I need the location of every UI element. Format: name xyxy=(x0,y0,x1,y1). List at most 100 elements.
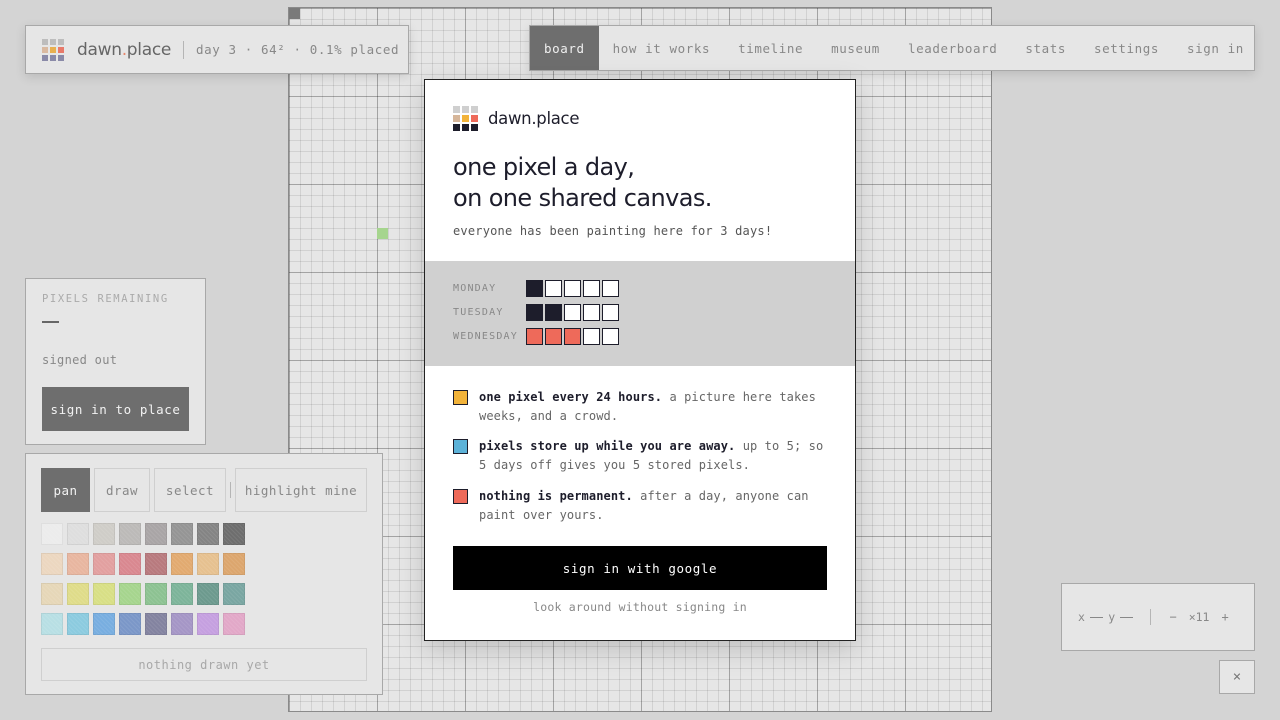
color-swatch[interactable] xyxy=(145,523,167,545)
top-navigation: board how it works timeline museum leaderboa… xyxy=(529,25,1255,71)
day-label: TUESDAY xyxy=(453,307,504,318)
color-swatch[interactable] xyxy=(171,523,193,545)
pixels-remaining-value xyxy=(42,321,59,323)
tool-draw-button[interactable]: draw xyxy=(94,468,150,512)
rule-item: one pixel every 24 hours. a picture here… xyxy=(453,388,829,426)
color-swatch[interactable] xyxy=(119,523,141,545)
color-swatch[interactable] xyxy=(93,613,115,635)
y-coordinate-label: y xyxy=(1108,610,1116,624)
day-pixel xyxy=(564,304,581,321)
logo-cell xyxy=(462,106,469,113)
logo-cell xyxy=(42,38,48,45)
day-row: WEDNESDAY xyxy=(453,328,621,345)
logo-cell xyxy=(58,46,64,53)
color-swatch[interactable] xyxy=(145,553,167,575)
tools-panel: pan draw select highlight mine nothing d… xyxy=(25,453,383,695)
tool-select-button[interactable]: select xyxy=(154,468,226,512)
day-row: TUESDAY xyxy=(453,304,621,321)
color-swatch[interactable] xyxy=(119,613,141,635)
nav-board[interactable]: board xyxy=(530,26,599,70)
rule-title: pixels store up while you are away. xyxy=(479,439,736,453)
logo-cell xyxy=(50,38,56,45)
day-cells xyxy=(526,304,621,321)
day-label: MONDAY xyxy=(453,283,497,294)
color-swatch[interactable] xyxy=(67,523,89,545)
zoom-level: ×11 xyxy=(1188,610,1210,624)
auth-status: signed out xyxy=(42,353,118,367)
color-swatch[interactable] xyxy=(171,553,193,575)
rule-color-icon xyxy=(453,489,468,504)
nav-how-it-works[interactable]: how it works xyxy=(599,26,725,70)
highlight-mine-button[interactable]: highlight mine xyxy=(235,468,367,512)
logo-icon xyxy=(453,106,478,131)
color-swatch[interactable] xyxy=(41,523,63,545)
day-pixel xyxy=(583,280,600,297)
color-swatch[interactable] xyxy=(41,553,63,575)
x-coordinate-value xyxy=(1090,616,1104,618)
rule-item: nothing is permanent. after a day, anyon… xyxy=(453,487,829,525)
day-pixel xyxy=(602,304,619,321)
logo-cell xyxy=(453,115,460,122)
look-around-link[interactable]: look around without signing in xyxy=(425,600,855,614)
nav-timeline[interactable]: timeline xyxy=(724,26,817,70)
x-coordinate-label: x xyxy=(1078,610,1086,624)
color-swatch[interactable] xyxy=(223,583,245,605)
color-swatch[interactable] xyxy=(145,613,167,635)
nav-leaderboard[interactable]: leaderboard xyxy=(894,26,1011,70)
logo-icon[interactable] xyxy=(42,38,64,61)
color-swatch[interactable] xyxy=(197,613,219,635)
color-swatch[interactable] xyxy=(171,613,193,635)
color-swatch[interactable] xyxy=(197,523,219,545)
color-swatch[interactable] xyxy=(41,583,63,605)
day-pixel xyxy=(583,304,600,321)
day-pixel xyxy=(602,328,619,345)
logo-cell xyxy=(462,115,469,122)
rule-color-icon xyxy=(453,439,468,454)
logo-cell xyxy=(471,106,478,113)
close-icon[interactable]: × xyxy=(1219,660,1255,694)
color-swatch[interactable] xyxy=(145,583,167,605)
zoom-in-button[interactable]: + xyxy=(1215,610,1234,624)
logo-cell xyxy=(58,38,64,45)
day-label: WEDNESDAY xyxy=(453,331,518,342)
zoom-out-button[interactable]: − xyxy=(1163,610,1182,624)
nav-stats[interactable]: stats xyxy=(1011,26,1080,70)
rule-item: pixels store up while you are away. up t… xyxy=(453,437,829,475)
tool-pan-button[interactable]: pan xyxy=(41,468,90,512)
color-swatch[interactable] xyxy=(223,553,245,575)
brand-name[interactable]: dawn.place xyxy=(77,40,171,60)
day-pixel xyxy=(583,328,600,345)
color-swatch[interactable] xyxy=(119,553,141,575)
color-swatch[interactable] xyxy=(67,553,89,575)
nav-settings[interactable]: settings xyxy=(1080,26,1173,70)
logo-cell xyxy=(42,46,48,53)
day-cells xyxy=(526,328,621,345)
color-swatch[interactable] xyxy=(119,583,141,605)
logo-cell xyxy=(42,54,48,61)
rule-text: nothing is permanent. after a day, anyon… xyxy=(479,487,829,525)
color-swatch[interactable] xyxy=(197,553,219,575)
color-swatch[interactable] xyxy=(171,583,193,605)
color-swatch[interactable] xyxy=(93,583,115,605)
rule-title: nothing is permanent. xyxy=(479,489,633,503)
color-swatch[interactable] xyxy=(197,583,219,605)
nav-museum[interactable]: museum xyxy=(817,26,894,70)
color-swatch[interactable] xyxy=(223,613,245,635)
sign-in-with-google-button[interactable]: sign in with google xyxy=(453,546,827,590)
logo-cell xyxy=(50,46,56,53)
day-pixel xyxy=(545,328,562,345)
color-swatch[interactable] xyxy=(41,613,63,635)
days-illustration: MONDAY TUESDAY WEDNESDAY xyxy=(425,261,855,366)
color-swatch[interactable] xyxy=(93,553,115,575)
day-pixel xyxy=(602,280,619,297)
sign-in-to-place-button[interactable]: sign in to place xyxy=(42,387,189,431)
brand-name-tld: place xyxy=(126,39,172,60)
color-swatch[interactable] xyxy=(67,583,89,605)
modal-brand-name: dawn.place xyxy=(488,109,580,128)
nav-sign-in[interactable]: sign in xyxy=(1173,26,1258,70)
day-pixel xyxy=(526,280,543,297)
color-swatch[interactable] xyxy=(67,613,89,635)
color-swatch[interactable] xyxy=(93,523,115,545)
color-swatch[interactable] xyxy=(223,523,245,545)
rule-color-icon xyxy=(453,390,468,405)
